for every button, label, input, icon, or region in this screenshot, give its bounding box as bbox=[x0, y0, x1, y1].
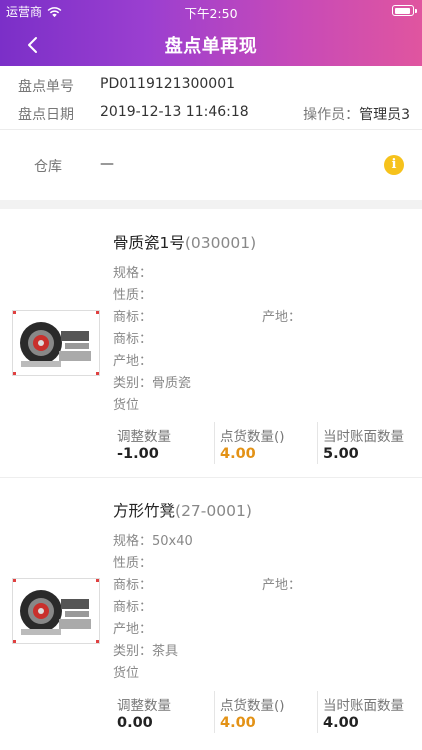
book-qty-value: 5.00 bbox=[323, 446, 359, 462]
info-icon[interactable]: i bbox=[384, 155, 404, 175]
product-photo bbox=[20, 590, 91, 635]
product-brand: 商标： bbox=[113, 310, 153, 325]
order-no-label: 盘点单号 bbox=[18, 79, 74, 95]
status-time: 下午2:50 bbox=[184, 6, 238, 21]
adjust-qty-value: -1.00 bbox=[117, 446, 159, 462]
warehouse-row: 仓库 — bbox=[0, 156, 422, 184]
count-qty-value: 4.00 bbox=[220, 446, 256, 462]
product-location: 货位 bbox=[113, 666, 140, 681]
status-bar: 运营商 下午2:50 bbox=[0, 0, 422, 22]
order-date-value: 2019-12-13 11:46:18 bbox=[100, 104, 249, 120]
product-origin: 产地： bbox=[113, 354, 153, 369]
adjust-qty: 调整数量 -1.00 bbox=[117, 425, 212, 471]
product-origin: 产地： bbox=[113, 622, 153, 637]
product-location: 货位 bbox=[113, 398, 140, 413]
product-title: 骨质瓷1号(030001) bbox=[113, 231, 256, 253]
book-qty-label: 当时账面数量 bbox=[323, 698, 404, 714]
order-date-row: 盘点日期 2019-12-13 11:46:18 操作员：管理员3 bbox=[0, 104, 422, 132]
operator-label: 操作员： bbox=[303, 107, 360, 123]
count-qty: 点货数量() 4.00 bbox=[220, 425, 315, 471]
count-qty-label: 点货数量() bbox=[220, 698, 285, 714]
product-photo bbox=[20, 322, 91, 367]
order-no-row: 盘点单号 PD0119121300001 bbox=[0, 76, 422, 104]
book-qty-label: 当时账面数量 bbox=[323, 429, 404, 445]
adjust-qty: 调整数量 0.00 bbox=[117, 694, 212, 740]
info-divider bbox=[0, 129, 422, 130]
product-spec: 规格：50x40 bbox=[113, 534, 193, 549]
operator-value: 管理员3 bbox=[359, 107, 410, 123]
product-image[interactable] bbox=[12, 578, 100, 644]
nav-header: 运营商 下午2:50 盘点单再现 bbox=[0, 0, 422, 66]
qty-separator bbox=[317, 691, 318, 733]
warehouse-value: — bbox=[100, 156, 114, 172]
product-code: (030001) bbox=[184, 234, 257, 252]
product-name: 骨质瓷1号 bbox=[113, 234, 185, 252]
product-code: (27-0001) bbox=[175, 502, 252, 520]
count-qty-label: 点货数量() bbox=[220, 429, 285, 445]
warehouse-label: 仓库 bbox=[34, 159, 62, 175]
page-title: 盘点单再现 bbox=[164, 36, 258, 57]
qty-separator bbox=[317, 422, 318, 464]
count-qty-value: 4.00 bbox=[220, 715, 256, 731]
product-origin-right: 产地： bbox=[262, 578, 302, 593]
book-qty-value: 4.00 bbox=[323, 715, 359, 731]
book-qty: 当时账面数量 5.00 bbox=[323, 425, 418, 471]
product-brand: 商标： bbox=[113, 578, 153, 593]
product-category: 类别：茶具 bbox=[113, 644, 179, 659]
book-qty: 当时账面数量 4.00 bbox=[323, 694, 418, 740]
product-spec: 规格： bbox=[113, 266, 153, 281]
product-title: 方形竹凳(27-0001) bbox=[113, 499, 252, 521]
battery-icon bbox=[392, 5, 417, 16]
product-image[interactable] bbox=[12, 310, 100, 376]
adjust-qty-value: 0.00 bbox=[117, 715, 153, 731]
product-category: 类别：骨质瓷 bbox=[113, 376, 192, 391]
product-nature: 性质： bbox=[113, 288, 153, 303]
product-origin-right: 产地： bbox=[262, 310, 302, 325]
adjust-qty-label: 调整数量 bbox=[117, 429, 171, 445]
order-no-value: PD0119121300001 bbox=[100, 76, 236, 92]
count-qty: 点货数量() 4.00 bbox=[220, 694, 315, 740]
order-date-label: 盘点日期 bbox=[18, 107, 74, 123]
product-brand-2: 商标： bbox=[113, 600, 153, 615]
qty-separator bbox=[214, 422, 215, 464]
operator-field: 操作员：管理员3 bbox=[303, 104, 410, 124]
adjust-qty-label: 调整数量 bbox=[117, 698, 171, 714]
product-nature: 性质： bbox=[113, 556, 153, 571]
product-card[interactable]: 方形竹凳(27-0001) 规格：50x40 性质： 商标： 产地： 商标： 产… bbox=[0, 478, 422, 750]
product-brand-2: 商标： bbox=[113, 332, 153, 347]
product-name: 方形竹凳 bbox=[113, 502, 176, 520]
qty-separator bbox=[214, 691, 215, 733]
order-info-section: 盘点单号 PD0119121300001 盘点日期 2019-12-13 11:… bbox=[0, 66, 422, 200]
product-card[interactable]: 骨质瓷1号(030001) 规格： 性质： 商标： 产地： 商标： 产地： 类别… bbox=[0, 209, 422, 477]
